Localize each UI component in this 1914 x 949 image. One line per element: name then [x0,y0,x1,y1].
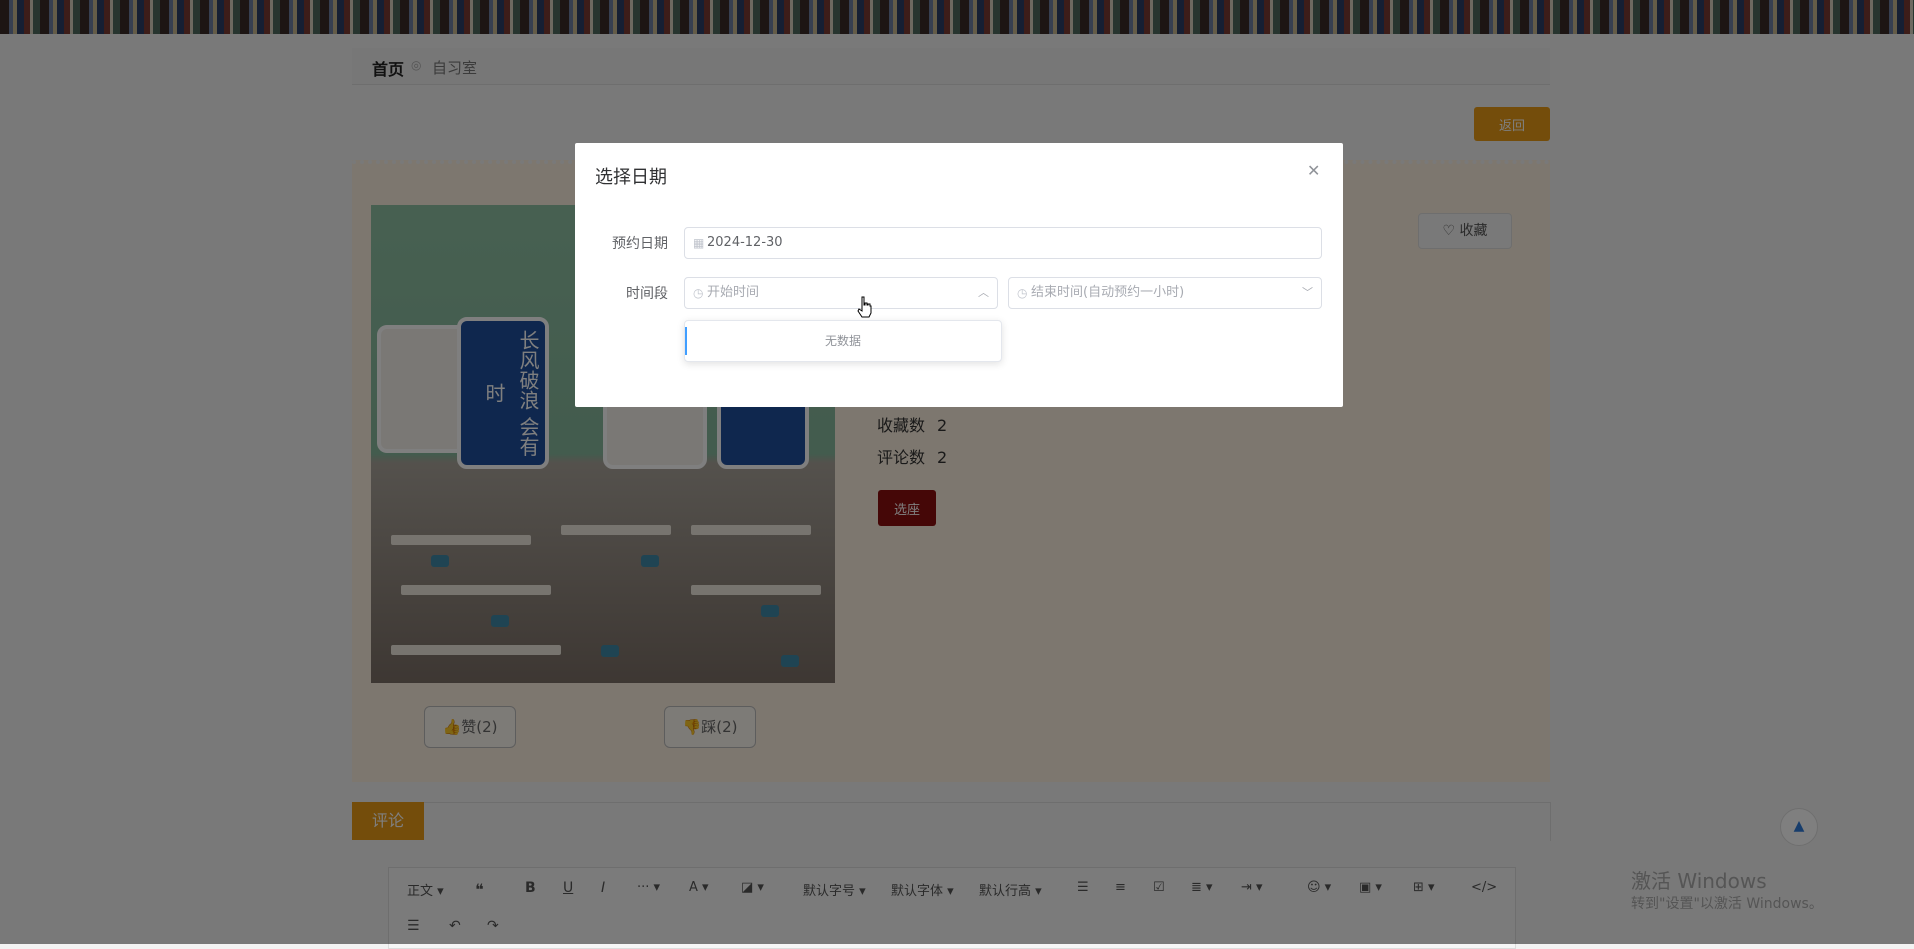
end-time-placeholder: 结束时间(自动预约一小时) [1031,285,1185,300]
calendar-icon: ▦ [693,236,705,250]
date-picker[interactable]: ▦ 2024-12-30 [684,227,1322,259]
hand-cursor-icon [857,296,872,318]
end-time-select[interactable]: ◷ 结束时间(自动预约一小时) ﹀ [1008,277,1322,309]
select-date-dialog: 选择日期 ✕ 预约日期 ▦ 2024-12-30 时间段 ◷ 开始时间 ︿ ◷ … [575,143,1343,407]
clock-icon: ◷ [693,286,704,300]
close-icon[interactable]: ✕ [1307,161,1320,180]
chevron-up-icon: ︿ [978,286,989,299]
time-label: 时间段 [626,286,668,302]
start-time-placeholder: 开始时间 [707,285,760,300]
start-time-select[interactable]: ◷ 开始时间 ︿ [684,277,998,309]
dialog-title: 选择日期 [595,167,667,188]
dropdown-empty-text: 无数据 [824,334,861,348]
start-time-dropdown: 无数据 [684,320,1002,362]
chevron-down-icon: ﹀ [1302,286,1313,299]
date-value: 2024-12-30 [707,235,783,250]
date-label: 预约日期 [612,236,668,252]
clock-icon: ◷ [1017,286,1028,300]
modal-overlay[interactable] [0,0,1914,944]
